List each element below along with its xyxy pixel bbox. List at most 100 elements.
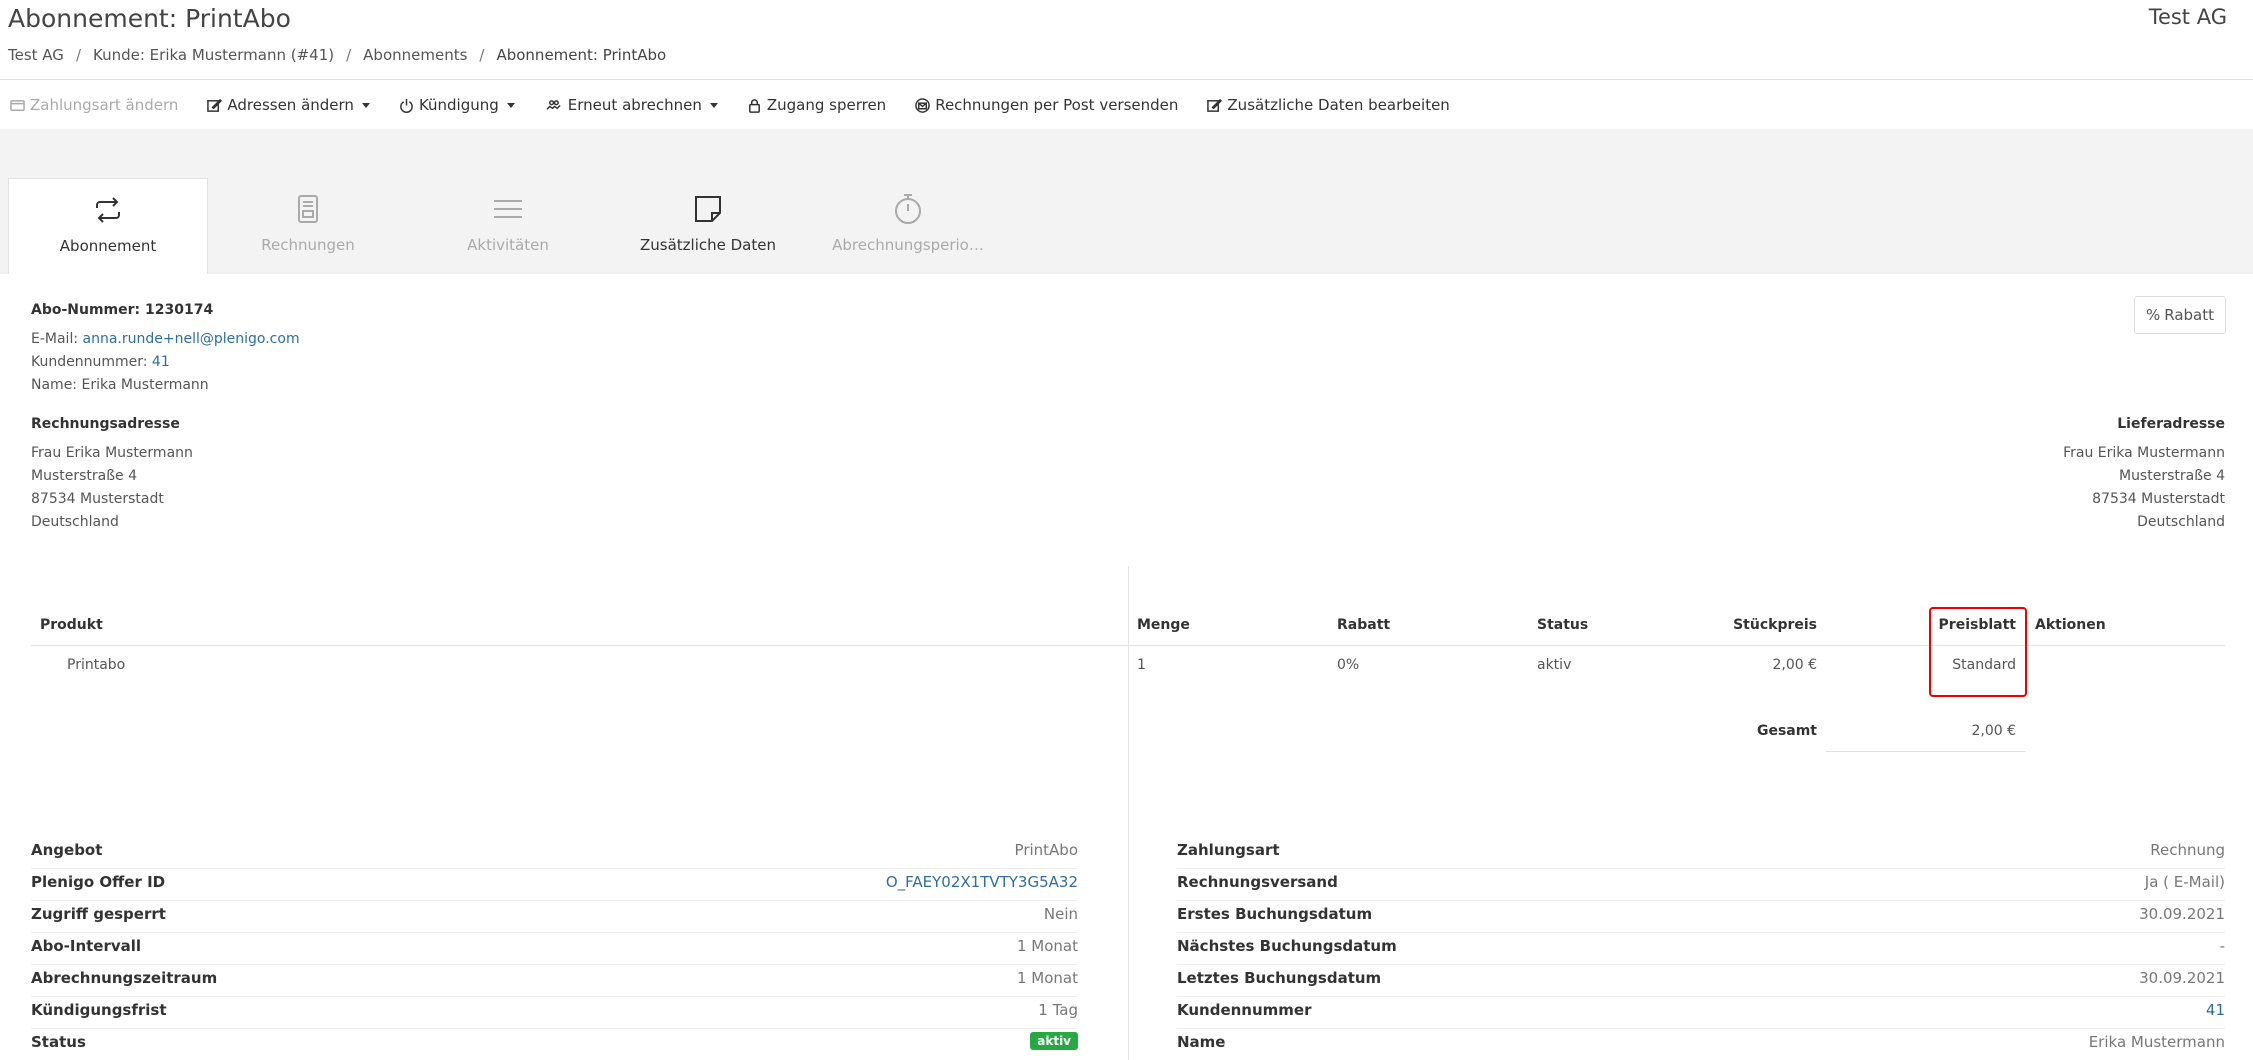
detail-row: Status aktiv bbox=[31, 1029, 1078, 1060]
billing-address-line: Frau Erika Mustermann bbox=[31, 445, 193, 461]
tab-abrechnungsperioden-label: Abrechnungsperio… bbox=[832, 236, 984, 254]
detail-key: Rechnungsversand bbox=[1177, 873, 1338, 891]
credit-card-icon bbox=[10, 99, 25, 111]
customer-number: Kundennummer: 41 bbox=[31, 354, 170, 370]
detail-value: 1 Tag bbox=[1038, 1001, 1078, 1019]
detail-row: Kündigungsfrist 1 Tag bbox=[31, 997, 1078, 1029]
detail-row: Rechnungsversand Ja ( E-Mail) bbox=[1177, 869, 2225, 901]
cancellation-button[interactable]: Kündigung bbox=[399, 96, 515, 114]
detail-value: 30.09.2021 bbox=[2139, 905, 2225, 923]
edit-additional-data-label: Zusätzliche Daten bearbeiten bbox=[1227, 96, 1450, 114]
breadcrumb-org[interactable]: Test AG bbox=[8, 46, 64, 64]
delivery-address-line: 87534 Musterstadt bbox=[2092, 491, 2225, 507]
edit-additional-data-button[interactable]: Zusätzliche Daten bearbeiten bbox=[1207, 96, 1450, 114]
detail-row: Plenigo Offer ID O_FAEY02X1TVTY3G5A32 bbox=[31, 869, 1078, 901]
customer-number-label: Kundennummer: bbox=[31, 354, 148, 370]
tab-abonnement-label: Abonnement bbox=[59, 237, 157, 255]
tab-zusaetzliche-daten-label: Zusätzliche Daten bbox=[640, 236, 776, 254]
tab-abonnement[interactable]: Abonnement bbox=[8, 178, 208, 274]
cell-unit-price: 2,00 € bbox=[1772, 657, 1817, 673]
percent-icon: % bbox=[2145, 306, 2161, 324]
tab-aktivitaeten[interactable]: Aktivitäten bbox=[408, 178, 608, 274]
col-header-menge: Menge bbox=[1137, 617, 1190, 633]
detail-value: aktiv bbox=[1030, 1031, 1078, 1050]
delivery-address-line: Deutschland bbox=[2137, 514, 2225, 530]
change-payment-label: Zahlungsart ändern bbox=[30, 96, 179, 114]
tab-rechnungen[interactable]: Rechnungen bbox=[208, 178, 408, 274]
rebill-label: Erneut abrechnen bbox=[567, 96, 702, 114]
detail-key: Zahlungsart bbox=[1177, 841, 1280, 859]
cancellation-label: Kündigung bbox=[418, 96, 499, 114]
col-header-rabatt: Rabatt bbox=[1337, 617, 1391, 633]
detail-value: 1 Monat bbox=[1016, 969, 1078, 987]
cell-quantity: 1 bbox=[1137, 657, 1146, 673]
tab-zusaetzliche-daten[interactable]: Zusätzliche Daten bbox=[608, 178, 808, 274]
breadcrumb-current: Abonnement: PrintAbo bbox=[496, 46, 667, 64]
customer-email: E-Mail: anna.runde+nell@plenigo.com bbox=[31, 331, 300, 347]
org-name[interactable]: Test AG bbox=[2149, 5, 2227, 29]
send-invoices-post-label: Rechnungen per Post versenden bbox=[935, 96, 1179, 114]
detail-row: Letztes Buchungsdatum 30.09.2021 bbox=[1177, 965, 2225, 997]
detail-key: Abo-Intervall bbox=[31, 937, 142, 955]
detail-key: Kundennummer bbox=[1177, 1001, 1312, 1019]
billing-address-line: 87534 Musterstadt bbox=[31, 491, 164, 507]
edit-icon bbox=[207, 98, 223, 112]
lock-icon bbox=[748, 98, 760, 113]
lock-access-label: Zugang sperren bbox=[766, 96, 887, 114]
sticky-note-icon bbox=[695, 196, 721, 222]
stopwatch-icon bbox=[895, 194, 921, 224]
hands-coins-icon bbox=[546, 99, 561, 110]
abo-number-label: Abo-Nummer: bbox=[31, 302, 141, 318]
invoice-icon bbox=[298, 195, 318, 223]
detail-row: Zugriff gesperrt Nein bbox=[31, 901, 1078, 933]
breadcrumb-customer[interactable]: Kunde: Erika Mustermann (#41) bbox=[93, 46, 334, 64]
detail-value: Rechnung bbox=[2150, 841, 2225, 859]
details-divider bbox=[1128, 566, 1129, 1060]
email-link[interactable]: anna.runde+nell@plenigo.com bbox=[83, 331, 300, 347]
col-header-stueckpreis: Stückpreis bbox=[1733, 617, 1817, 633]
detail-value: Erika Mustermann bbox=[2088, 1033, 2225, 1051]
detail-key: Name bbox=[1177, 1033, 1226, 1051]
detail-row: Abo-Intervall 1 Monat bbox=[31, 933, 1078, 965]
detail-key: Erstes Buchungsdatum bbox=[1177, 905, 1373, 923]
send-invoices-post-button[interactable]: Rechnungen per Post versenden bbox=[915, 96, 1178, 114]
rebill-button[interactable]: Erneut abrechnen bbox=[544, 96, 718, 114]
preisblatt-highlight bbox=[1929, 607, 2027, 697]
customer-number-link[interactable]: 41 bbox=[2206, 1001, 2225, 1019]
detail-value: - bbox=[2219, 937, 2225, 955]
detail-key: Status bbox=[31, 1033, 86, 1051]
caret-down-icon bbox=[709, 102, 718, 108]
customer-number-link[interactable]: 41 bbox=[152, 354, 170, 370]
cell-status: aktiv bbox=[1537, 657, 1572, 673]
detail-key: Kündigungsfrist bbox=[31, 1001, 167, 1019]
detail-key: Letztes Buchungsdatum bbox=[1177, 969, 1382, 987]
offer-id-link[interactable]: O_FAEY02X1TVTY3G5A32 bbox=[886, 873, 1078, 891]
status-badge: aktiv bbox=[1030, 1032, 1078, 1050]
billing-address-title: Rechnungsadresse bbox=[31, 416, 180, 432]
total-value: 2,00 € bbox=[1971, 723, 2016, 739]
page-header: Abonnement: PrintAbo Test AG Test AG / Kun… bbox=[0, 0, 2253, 80]
change-payment-button[interactable]: Zahlungsart ändern bbox=[10, 96, 178, 114]
discount-button[interactable]: % Rabatt bbox=[2134, 296, 2226, 334]
total-divider bbox=[1826, 751, 2026, 752]
abo-number: Abo-Nummer: 1230174 bbox=[31, 302, 213, 318]
abo-number-value: 1230174 bbox=[145, 302, 214, 318]
caret-down-icon bbox=[361, 102, 370, 108]
detail-key: Abrechnungszeitraum bbox=[31, 969, 218, 987]
breadcrumb: Test AG / Kunde: Erika Mustermann (#41) / Ab… bbox=[8, 46, 667, 64]
change-addresses-button[interactable]: Adressen ändern bbox=[207, 96, 370, 114]
tab-abrechnungsperioden[interactable]: Abrechnungsperio… bbox=[808, 178, 1008, 274]
mail-icon bbox=[915, 97, 931, 113]
tab-rechnungen-label: Rechnungen bbox=[261, 236, 355, 254]
col-header-produkt: Produkt bbox=[40, 617, 103, 633]
col-header-aktionen: Aktionen bbox=[2035, 617, 2106, 633]
edit-icon bbox=[1207, 98, 1223, 112]
tab-aktivitaeten-label: Aktivitäten bbox=[467, 236, 549, 254]
email-label: E-Mail: bbox=[31, 331, 79, 347]
lock-access-button[interactable]: Zugang sperren bbox=[747, 96, 886, 114]
breadcrumb-subscriptions[interactable]: Abonnements bbox=[363, 46, 467, 64]
delivery-address-title: Lieferadresse bbox=[2117, 416, 2225, 432]
detail-row: Abrechnungszeitraum 1 Monat bbox=[31, 965, 1078, 997]
power-icon bbox=[400, 98, 413, 113]
cell-product: Printabo bbox=[67, 657, 126, 673]
